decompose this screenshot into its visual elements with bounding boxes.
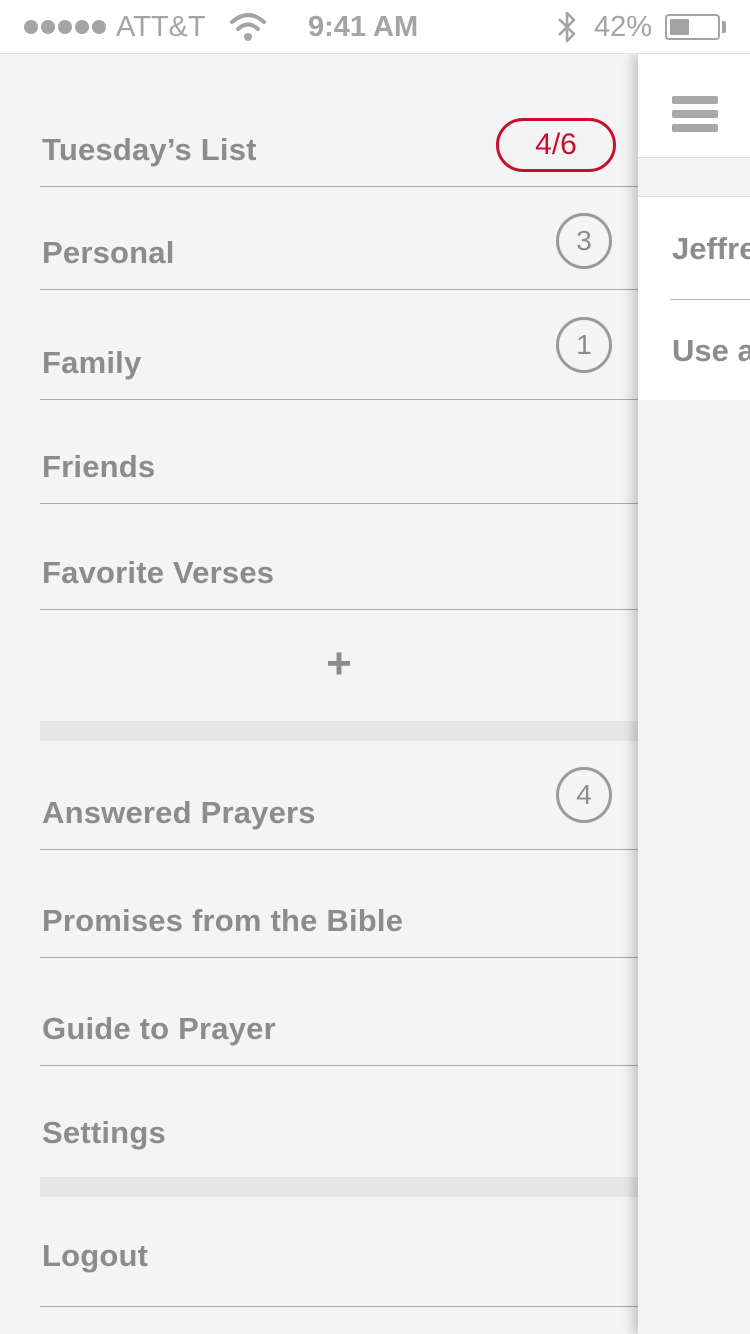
menu-item-label: Tuesday’s List (42, 132, 257, 167)
side-menu: Tuesday’s List 4/6 Personal 3 Family 1 F… (0, 54, 638, 1334)
battery-icon (665, 14, 720, 40)
bluetooth-icon (558, 11, 576, 43)
menu-item-family[interactable]: Family 1 (40, 290, 638, 400)
signal-dot (75, 20, 89, 34)
signal-dot (24, 20, 38, 34)
menu-item-answered-prayers[interactable]: Answered Prayers 4 (40, 741, 638, 850)
menu-item-friends[interactable]: Friends (40, 400, 638, 504)
menu-item-label: Favorite Verses (42, 555, 275, 590)
menu-item-label: Answered Prayers (42, 795, 316, 830)
panel-list: Jeffrey Use a (638, 196, 750, 400)
menu-item-label: Logout (42, 1238, 149, 1273)
menu-item-favorite-verses[interactable]: Favorite Verses (40, 504, 638, 610)
list-item[interactable]: Jeffrey (672, 231, 750, 267)
add-list-button[interactable]: + (40, 610, 638, 720)
content-panel[interactable]: Jeffrey Use a (638, 54, 750, 1334)
hamburger-bar (672, 96, 718, 104)
hamburger-bar (672, 110, 718, 118)
battery-percent: 42% (594, 11, 653, 43)
section-separator (40, 721, 638, 741)
menu-item-label: Promises from the Bible (42, 903, 404, 938)
menu-item-label: Friends (42, 449, 156, 484)
count-badge: 3 (556, 213, 612, 269)
count-badge: 1 (556, 317, 612, 373)
signal-strength-icon (24, 20, 106, 34)
signal-dot (92, 20, 106, 34)
signal-dot (41, 20, 55, 34)
panel-divider (670, 299, 750, 300)
battery-level-fill (670, 19, 689, 35)
menu-item-label: Settings (42, 1115, 166, 1150)
menu-item-settings[interactable]: Settings (40, 1066, 638, 1177)
progress-badge: 4/6 (496, 118, 616, 172)
clock: 9:41 AM (308, 11, 419, 43)
menu-item-promises-from-the-bible[interactable]: Promises from the Bible (40, 850, 638, 958)
wifi-icon (230, 13, 266, 41)
menu-item-label: Guide to Prayer (42, 1011, 276, 1046)
list-item[interactable]: Use a (672, 333, 750, 369)
signal-dot (58, 20, 72, 34)
menu-item-logout[interactable]: Logout (40, 1197, 638, 1307)
status-bar: ATT&T 9:41 AM 42% (0, 0, 750, 54)
section-separator (40, 1177, 638, 1197)
hamburger-bar (672, 124, 718, 132)
plus-icon: + (326, 639, 352, 688)
menu-item-personal[interactable]: Personal 3 (40, 187, 638, 290)
count-badge: 4 (556, 767, 612, 823)
panel-header (638, 54, 750, 158)
battery-tip (722, 21, 726, 33)
hamburger-menu-icon[interactable] (672, 96, 718, 132)
menu-item-guide-to-prayer[interactable]: Guide to Prayer (40, 958, 638, 1066)
carrier-name: ATT&T (116, 11, 206, 43)
menu-item-tuesdays-list[interactable]: Tuesday’s List 4/6 (40, 54, 638, 187)
menu-item-label: Family (42, 345, 142, 380)
menu-item-label: Personal (42, 235, 175, 270)
